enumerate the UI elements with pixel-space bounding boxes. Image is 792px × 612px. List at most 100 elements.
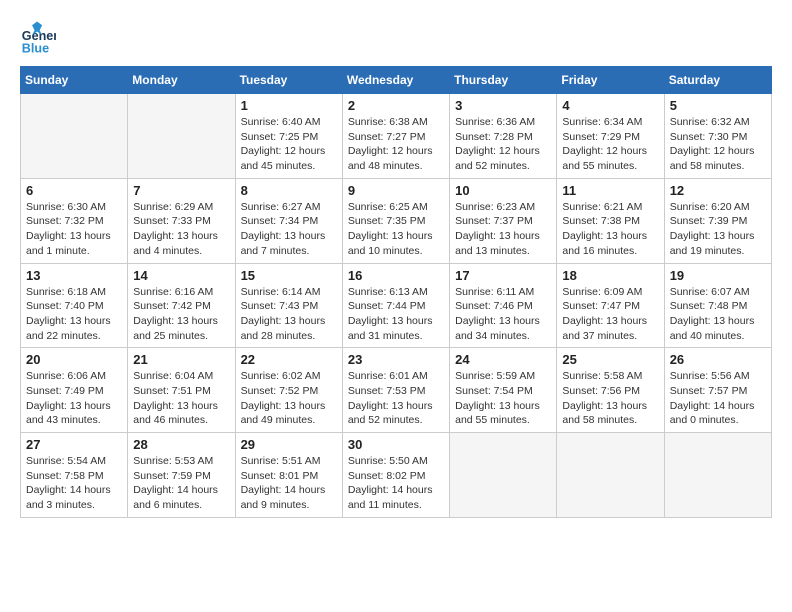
day-info: Sunrise: 6:18 AM Sunset: 7:40 PM Dayligh… xyxy=(26,285,122,344)
day-number: 22 xyxy=(241,352,337,367)
calendar-cell xyxy=(557,433,664,518)
day-info: Sunrise: 6:14 AM Sunset: 7:43 PM Dayligh… xyxy=(241,285,337,344)
calendar-cell: 20 Sunrise: 6:06 AM Sunset: 7:49 PM Dayli… xyxy=(21,348,128,433)
calendar-cell: 12 Sunrise: 6:20 AM Sunset: 7:39 PM Dayli… xyxy=(664,178,771,263)
day-info: Sunrise: 6:06 AM Sunset: 7:49 PM Dayligh… xyxy=(26,369,122,428)
day-number: 13 xyxy=(26,268,122,283)
day-info: Sunrise: 6:23 AM Sunset: 7:37 PM Dayligh… xyxy=(455,200,551,259)
weekday-header-saturday: Saturday xyxy=(664,67,771,94)
calendar-cell xyxy=(450,433,557,518)
svg-text:Blue: Blue xyxy=(22,41,49,55)
calendar-table: SundayMondayTuesdayWednesdayThursdayFrid… xyxy=(20,66,772,518)
day-number: 5 xyxy=(670,98,766,113)
day-number: 29 xyxy=(241,437,337,452)
day-number: 12 xyxy=(670,183,766,198)
day-number: 30 xyxy=(348,437,444,452)
day-number: 2 xyxy=(348,98,444,113)
calendar-cell xyxy=(128,94,235,179)
calendar-week-row: 13 Sunrise: 6:18 AM Sunset: 7:40 PM Dayli… xyxy=(21,263,772,348)
day-number: 26 xyxy=(670,352,766,367)
calendar-cell: 27 Sunrise: 5:54 AM Sunset: 7:58 PM Dayli… xyxy=(21,433,128,518)
day-info: Sunrise: 6:20 AM Sunset: 7:39 PM Dayligh… xyxy=(670,200,766,259)
day-number: 28 xyxy=(133,437,229,452)
calendar-cell: 4 Sunrise: 6:34 AM Sunset: 7:29 PM Daylig… xyxy=(557,94,664,179)
page-header: General Blue xyxy=(20,20,772,56)
day-number: 7 xyxy=(133,183,229,198)
day-number: 1 xyxy=(241,98,337,113)
day-info: Sunrise: 5:51 AM Sunset: 8:01 PM Dayligh… xyxy=(241,454,337,513)
day-number: 4 xyxy=(562,98,658,113)
day-info: Sunrise: 6:25 AM Sunset: 7:35 PM Dayligh… xyxy=(348,200,444,259)
day-info: Sunrise: 6:21 AM Sunset: 7:38 PM Dayligh… xyxy=(562,200,658,259)
weekday-header-tuesday: Tuesday xyxy=(235,67,342,94)
day-info: Sunrise: 6:34 AM Sunset: 7:29 PM Dayligh… xyxy=(562,115,658,174)
day-info: Sunrise: 5:54 AM Sunset: 7:58 PM Dayligh… xyxy=(26,454,122,513)
day-info: Sunrise: 5:50 AM Sunset: 8:02 PM Dayligh… xyxy=(348,454,444,513)
calendar-cell: 3 Sunrise: 6:36 AM Sunset: 7:28 PM Daylig… xyxy=(450,94,557,179)
calendar-cell: 13 Sunrise: 6:18 AM Sunset: 7:40 PM Dayli… xyxy=(21,263,128,348)
day-number: 24 xyxy=(455,352,551,367)
day-number: 3 xyxy=(455,98,551,113)
day-info: Sunrise: 5:58 AM Sunset: 7:56 PM Dayligh… xyxy=(562,369,658,428)
day-info: Sunrise: 5:56 AM Sunset: 7:57 PM Dayligh… xyxy=(670,369,766,428)
calendar-week-row: 6Sunrise: 6:30 AM Sunset: 7:32 PM Daylig… xyxy=(21,178,772,263)
calendar-cell: 1 Sunrise: 6:40 AM Sunset: 7:25 PM Daylig… xyxy=(235,94,342,179)
calendar-cell: 14 Sunrise: 6:16 AM Sunset: 7:42 PM Dayli… xyxy=(128,263,235,348)
day-number: 10 xyxy=(455,183,551,198)
day-number: 15 xyxy=(241,268,337,283)
weekday-header-friday: Friday xyxy=(557,67,664,94)
day-number: 27 xyxy=(26,437,122,452)
calendar-cell: 24 Sunrise: 5:59 AM Sunset: 7:54 PM Dayli… xyxy=(450,348,557,433)
logo: General Blue xyxy=(20,20,60,56)
calendar-cell: 10 Sunrise: 6:23 AM Sunset: 7:37 PM Dayli… xyxy=(450,178,557,263)
day-info: Sunrise: 6:13 AM Sunset: 7:44 PM Dayligh… xyxy=(348,285,444,344)
calendar-cell: 8 Sunrise: 6:27 AM Sunset: 7:34 PM Daylig… xyxy=(235,178,342,263)
day-info: Sunrise: 6:38 AM Sunset: 7:27 PM Dayligh… xyxy=(348,115,444,174)
day-number: 17 xyxy=(455,268,551,283)
weekday-header-thursday: Thursday xyxy=(450,67,557,94)
day-number: 9 xyxy=(348,183,444,198)
calendar-cell: 2 Sunrise: 6:38 AM Sunset: 7:27 PM Daylig… xyxy=(342,94,449,179)
day-info: Sunrise: 6:32 AM Sunset: 7:30 PM Dayligh… xyxy=(670,115,766,174)
day-info: Sunrise: 6:16 AM Sunset: 7:42 PM Dayligh… xyxy=(133,285,229,344)
day-number: 14 xyxy=(133,268,229,283)
calendar-cell: 5 Sunrise: 6:32 AM Sunset: 7:30 PM Daylig… xyxy=(664,94,771,179)
calendar-cell: 11 Sunrise: 6:21 AM Sunset: 7:38 PM Dayli… xyxy=(557,178,664,263)
day-info: Sunrise: 6:36 AM Sunset: 7:28 PM Dayligh… xyxy=(455,115,551,174)
calendar-cell: 17Sunrise: 6:11 AM Sunset: 7:46 PM Dayli… xyxy=(450,263,557,348)
day-number: 20 xyxy=(26,352,122,367)
calendar-cell: 30 Sunrise: 5:50 AM Sunset: 8:02 PM Dayli… xyxy=(342,433,449,518)
day-number: 19 xyxy=(670,268,766,283)
calendar-cell: 22Sunrise: 6:02 AM Sunset: 7:52 PM Dayli… xyxy=(235,348,342,433)
calendar-cell xyxy=(21,94,128,179)
weekday-header-sunday: Sunday xyxy=(21,67,128,94)
calendar-cell: 21Sunrise: 6:04 AM Sunset: 7:51 PM Dayli… xyxy=(128,348,235,433)
calendar-cell: 26 Sunrise: 5:56 AM Sunset: 7:57 PM Dayli… xyxy=(664,348,771,433)
day-info: Sunrise: 6:09 AM Sunset: 7:47 PM Dayligh… xyxy=(562,285,658,344)
calendar-cell: 19 Sunrise: 6:07 AM Sunset: 7:48 PM Dayli… xyxy=(664,263,771,348)
day-info: Sunrise: 6:40 AM Sunset: 7:25 PM Dayligh… xyxy=(241,115,337,174)
day-info: Sunrise: 6:29 AM Sunset: 7:33 PM Dayligh… xyxy=(133,200,229,259)
calendar-week-row: 20 Sunrise: 6:06 AM Sunset: 7:49 PM Dayli… xyxy=(21,348,772,433)
day-info: Sunrise: 6:04 AM Sunset: 7:51 PM Dayligh… xyxy=(133,369,229,428)
day-number: 8 xyxy=(241,183,337,198)
weekday-header-monday: Monday xyxy=(128,67,235,94)
day-number: 23 xyxy=(348,352,444,367)
logo-icon: General Blue xyxy=(20,20,56,56)
day-number: 11 xyxy=(562,183,658,198)
calendar-cell: 15 Sunrise: 6:14 AM Sunset: 7:43 PM Dayli… xyxy=(235,263,342,348)
calendar-cell: 16 Sunrise: 6:13 AM Sunset: 7:44 PM Dayli… xyxy=(342,263,449,348)
day-info: Sunrise: 5:53 AM Sunset: 7:59 PM Dayligh… xyxy=(133,454,229,513)
day-info: Sunrise: 6:27 AM Sunset: 7:34 PM Dayligh… xyxy=(241,200,337,259)
day-number: 16 xyxy=(348,268,444,283)
day-info: Sunrise: 6:01 AM Sunset: 7:53 PM Dayligh… xyxy=(348,369,444,428)
calendar-cell: 25Sunrise: 5:58 AM Sunset: 7:56 PM Dayli… xyxy=(557,348,664,433)
calendar-cell: 28 Sunrise: 5:53 AM Sunset: 7:59 PM Dayli… xyxy=(128,433,235,518)
day-info: Sunrise: 6:07 AM Sunset: 7:48 PM Dayligh… xyxy=(670,285,766,344)
calendar-cell xyxy=(664,433,771,518)
calendar-cell: 9 Sunrise: 6:25 AM Sunset: 7:35 PM Daylig… xyxy=(342,178,449,263)
day-info: Sunrise: 6:30 AM Sunset: 7:32 PM Dayligh… xyxy=(26,200,122,259)
calendar-cell: 29 Sunrise: 5:51 AM Sunset: 8:01 PM Dayli… xyxy=(235,433,342,518)
calendar-week-row: 1 Sunrise: 6:40 AM Sunset: 7:25 PM Daylig… xyxy=(21,94,772,179)
day-info: Sunrise: 5:59 AM Sunset: 7:54 PM Dayligh… xyxy=(455,369,551,428)
